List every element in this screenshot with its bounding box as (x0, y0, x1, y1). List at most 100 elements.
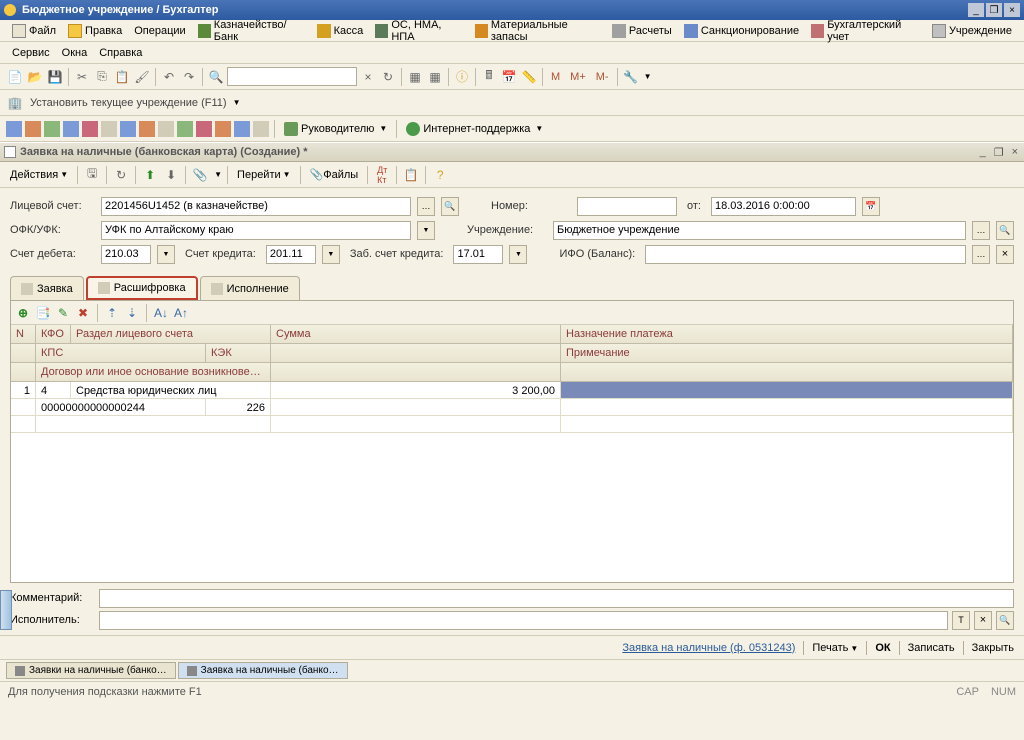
doc-down-icon[interactable]: ⬇ (162, 166, 180, 184)
ifo-clear[interactable] (996, 245, 1014, 264)
tb-btn-2[interactable]: ▦ (426, 68, 444, 86)
selected-cell[interactable] (561, 382, 1013, 398)
ok-button[interactable]: ОК (875, 642, 890, 654)
menu-operations[interactable]: Операции (128, 23, 191, 39)
grid-copy-button[interactable]: 📑 (35, 305, 51, 321)
grid-delete-button[interactable]: ✖ (75, 305, 91, 321)
goto-menu[interactable]: Перейти▼ (233, 167, 295, 183)
menu-service[interactable]: Сервис (6, 45, 56, 61)
executor-btn-t[interactable]: T (952, 611, 970, 630)
menu-edit[interactable]: Правка (62, 22, 128, 40)
save-button[interactable]: 💾 (46, 68, 64, 86)
menu-file[interactable]: Файл (6, 22, 62, 40)
org-search[interactable] (996, 221, 1014, 240)
menu-materials[interactable]: Материальные запасы (469, 17, 606, 45)
ruler-button[interactable]: 📏 (520, 68, 538, 86)
col-n[interactable]: N (11, 325, 36, 343)
doc-refresh-icon[interactable]: ↻ (112, 166, 130, 184)
open-button[interactable]: 📂 (26, 68, 44, 86)
grid-sort-asc[interactable]: A↓ (153, 305, 169, 321)
menu-sanction[interactable]: Санкционирование (678, 22, 805, 40)
new-button[interactable]: 📄 (6, 68, 24, 86)
doc-tool-2[interactable]: 📋 (402, 166, 420, 184)
executor-clear[interactable] (974, 611, 992, 630)
mini-btn-11[interactable] (196, 121, 212, 137)
col-dogovor[interactable]: Договор или иное основание возникнове… (36, 363, 271, 381)
doc-basis-icon[interactable]: 📎 (191, 166, 209, 184)
m-plus-button[interactable]: М+ (566, 69, 590, 85)
mini-btn-13[interactable] (234, 121, 250, 137)
mini-btn-9[interactable] (158, 121, 174, 137)
m-minus-button[interactable]: М- (592, 69, 613, 85)
col-razdel[interactable]: Раздел лицевого счета (71, 325, 271, 343)
ofk-field[interactable]: УФК по Алтайскому краю (101, 221, 411, 240)
copy-button[interactable]: ⎘ (93, 68, 111, 86)
info-button[interactable]: ⓘ (453, 68, 471, 86)
col-naz[interactable]: Назначение платежа (561, 325, 1013, 343)
menu-help[interactable]: Справка (93, 45, 148, 61)
col-note[interactable]: Примечание (561, 344, 1013, 362)
ifo-dots[interactable] (972, 245, 990, 264)
menu-accounting[interactable]: Бухгалтерский учет (805, 17, 926, 45)
mini-btn-6[interactable] (101, 121, 117, 137)
print-button[interactable]: Печать▼ (812, 642, 858, 654)
executor-field[interactable] (99, 611, 948, 630)
menu-payments[interactable]: Расчеты (606, 22, 678, 40)
clear-search-button[interactable]: × (359, 68, 377, 86)
grid-edit-button[interactable]: ✎ (55, 305, 71, 321)
tab-request[interactable]: Заявка (10, 276, 84, 300)
mini-btn-14[interactable] (253, 121, 269, 137)
mini-btn-2[interactable] (25, 121, 41, 137)
tb-btn-1[interactable]: ▦ (406, 68, 424, 86)
doc-minimize[interactable]: _ (978, 146, 988, 159)
org-dots[interactable] (972, 221, 990, 240)
manager-link[interactable]: Руководителю▼ (280, 120, 391, 138)
menu-windows[interactable]: Окна (56, 45, 94, 61)
close-button[interactable]: × (1004, 3, 1020, 17)
grid-body[interactable]: 1 4 Средства юридических лиц 3 200,00 00… (11, 382, 1013, 582)
grid-up-button[interactable]: ⇡ (104, 305, 120, 321)
refresh-button[interactable]: ↻ (379, 68, 397, 86)
date-picker[interactable] (862, 197, 880, 216)
credit-dd[interactable] (322, 245, 340, 264)
support-link[interactable]: Интернет-поддержка▼ (402, 120, 547, 138)
close-button[interactable]: Закрыть (972, 642, 1014, 654)
search-combo[interactable] (227, 67, 357, 86)
menu-institution[interactable]: Учреждение (926, 22, 1018, 40)
tab-execution[interactable]: Исполнение (200, 276, 300, 300)
ifo-field[interactable] (645, 245, 966, 264)
doc-tool-1[interactable]: ДтКт (373, 166, 391, 184)
doc-help[interactable]: ? (431, 166, 449, 184)
side-panel-handle[interactable] (0, 590, 12, 630)
window-tab-2[interactable]: Заявка на наличные (банко… (178, 662, 348, 679)
calc-button[interactable]: 🖩 (480, 68, 498, 86)
zab-field[interactable]: 17.01 (453, 245, 503, 264)
credit-field[interactable]: 201.11 (266, 245, 316, 264)
redo-button[interactable]: ↷ (180, 68, 198, 86)
set-institution-button[interactable]: Установить текущее учреждение (F11) (26, 95, 231, 111)
calendar-button[interactable]: 📅 (500, 68, 518, 86)
mini-btn-10[interactable] (177, 121, 193, 137)
table-row[interactable]: 1 4 Средства юридических лиц 3 200,00 (11, 382, 1013, 399)
debit-field[interactable]: 210.03 (101, 245, 151, 264)
mini-btn-1[interactable] (6, 121, 22, 137)
window-tab-1[interactable]: Заявки на наличные (банко… (6, 662, 176, 679)
col-sum[interactable]: Сумма (271, 325, 561, 343)
doc-close[interactable]: × (1010, 146, 1020, 159)
col-kfo[interactable]: КФО (36, 325, 71, 343)
number-field[interactable] (577, 197, 677, 216)
mini-btn-4[interactable] (63, 121, 79, 137)
actions-menu[interactable]: Действия▼ (6, 167, 72, 183)
mini-btn-8[interactable] (139, 121, 155, 137)
paste-button[interactable]: 📋 (113, 68, 131, 86)
cut-button[interactable]: ✂ (73, 68, 91, 86)
account-field[interactable]: 2201456U1452 (в казначействе) (101, 197, 411, 216)
settings-button[interactable]: 🔧 (622, 68, 640, 86)
table-row[interactable] (11, 416, 1013, 433)
menu-treasury[interactable]: Казначейство/Банк (192, 17, 311, 45)
account-search[interactable] (441, 197, 459, 216)
m-button[interactable]: М (547, 69, 564, 85)
doc-maximize[interactable]: ❐ (992, 146, 1006, 159)
minimize-button[interactable]: _ (968, 3, 984, 17)
brush-button[interactable]: 🖌 (133, 68, 151, 86)
